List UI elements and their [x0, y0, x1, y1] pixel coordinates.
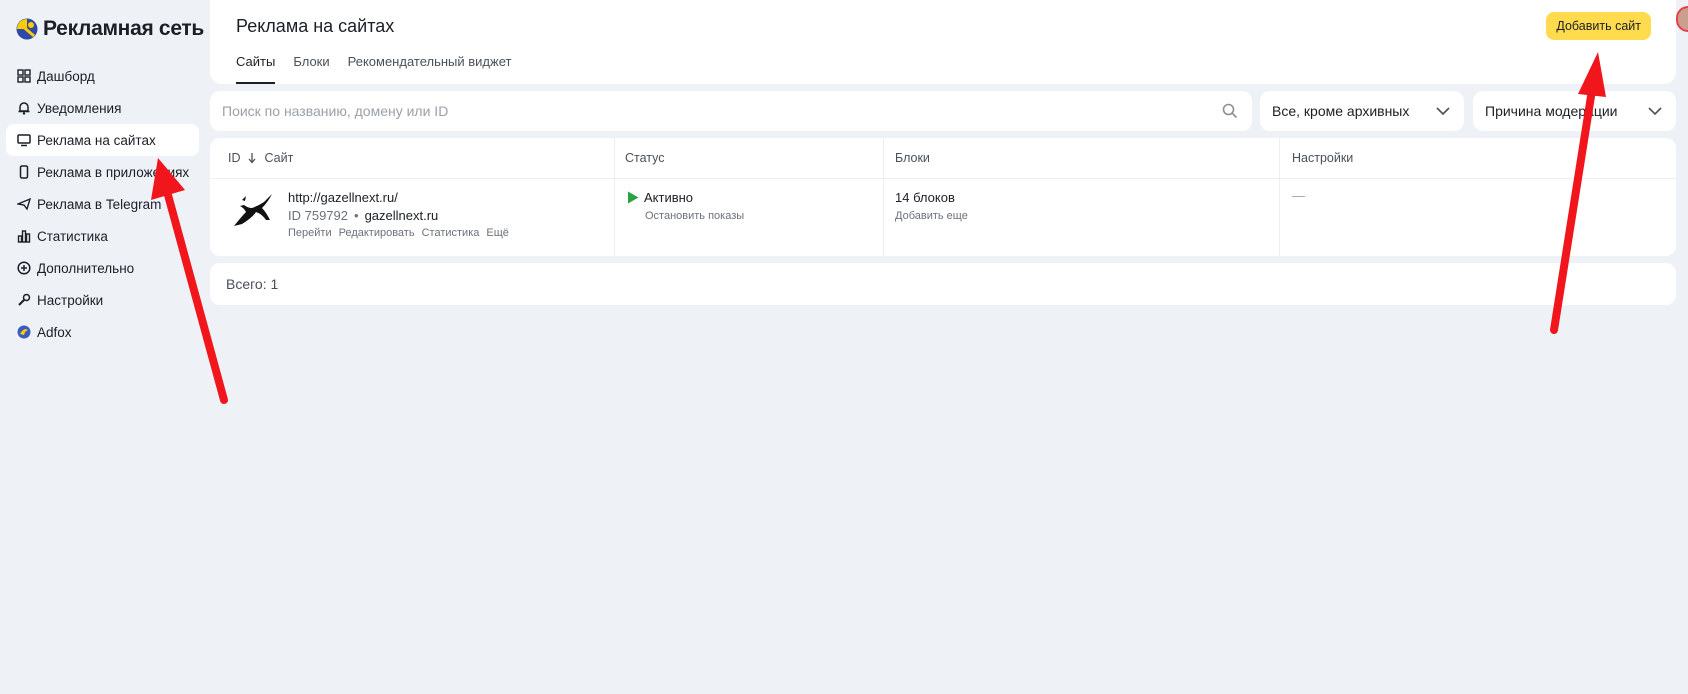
column-site-label: Сайт	[264, 151, 294, 165]
play-icon	[628, 191, 639, 204]
action-more-link[interactable]: Ещё	[486, 227, 509, 239]
site-actions: Перейти Редактировать Статистика Ещё	[288, 227, 509, 239]
page-title: Реклама на сайтах	[236, 16, 395, 36]
sites-table: ID Сайт Статус Блоки Настройки http://ga…	[210, 138, 1676, 256]
search-box	[210, 91, 1252, 131]
sidebar-item-adfox[interactable]: Adfox	[6, 316, 199, 348]
tab-blocks[interactable]: Блоки	[293, 54, 329, 84]
sidebar-item-label: Уведомления	[37, 100, 122, 116]
sidebar-item-label: Настройки	[37, 292, 104, 308]
column-divider	[883, 138, 884, 256]
sidebar-item-additional[interactable]: Дополнительно	[6, 252, 199, 284]
sidebar-item-label: Дашборд	[37, 68, 95, 84]
status-value: Активно	[644, 190, 694, 205]
search-icon[interactable]	[1222, 103, 1238, 119]
sidebar-item-label: Реклама в приложениях	[37, 164, 190, 180]
separator-dot: •	[354, 208, 359, 223]
moderation-reason-value: Причина модерации	[1485, 103, 1618, 119]
bar-chart-icon	[16, 229, 31, 244]
adfox-logo-icon	[16, 325, 31, 340]
chevron-down-icon	[1436, 107, 1450, 116]
action-edit-link[interactable]: Редактировать	[339, 227, 415, 239]
add-site-button[interactable]: Добавить сайт	[1546, 12, 1651, 40]
sort-arrow-down-icon[interactable]	[247, 152, 257, 164]
total-count: Всего: 1	[226, 276, 279, 292]
sidebar-item-label: Adfox	[37, 324, 72, 340]
header-divider	[210, 178, 1676, 179]
paper-plane-icon	[16, 197, 31, 212]
brand-logo[interactable]: Рекламная сеть	[16, 17, 204, 41]
sidebar-item-label: Реклама в Telegram	[37, 196, 162, 212]
tabs: Сайты Блоки Рекомендательный виджет	[236, 54, 511, 84]
action-statistics-link[interactable]: Статистика	[422, 227, 480, 239]
status-filter-value: Все, кроме архивных	[1272, 103, 1410, 119]
column-header-status: Статус	[625, 151, 665, 165]
sidebar-item-label: Реклама на сайтах	[37, 132, 156, 148]
avatar[interactable]	[1676, 6, 1688, 32]
moderation-reason-select[interactable]: Причина модерации	[1473, 91, 1676, 131]
monitor-icon	[16, 133, 31, 148]
sidebar-item-label: Статистика	[37, 228, 108, 244]
sidebar-item-apps-ads[interactable]: Реклама в приложениях	[6, 156, 199, 188]
sidebar-item-settings[interactable]: Настройки	[6, 284, 199, 316]
sidebar-item-sites-ads[interactable]: Реклама на сайтах	[6, 124, 199, 156]
column-header-id-site[interactable]: ID Сайт	[228, 138, 293, 178]
grid-icon	[16, 69, 31, 84]
column-id-label: ID	[228, 151, 241, 165]
site-id: ID 759792	[288, 208, 348, 223]
page-header: Реклама на сайтах Сайты Блоки Рекомендат…	[210, 0, 1676, 84]
sidebar-item-notifications[interactable]: Уведомления	[6, 92, 199, 124]
sidebar-item-statistics[interactable]: Статистика	[6, 220, 199, 252]
wrench-icon	[16, 293, 31, 308]
action-go-link[interactable]: Перейти	[288, 227, 332, 239]
column-divider	[614, 138, 615, 256]
plus-circle-icon	[16, 261, 31, 276]
brand-name: Рекламная сеть	[43, 17, 205, 40]
column-header-settings: Настройки	[1292, 151, 1354, 165]
blocks-count[interactable]: 14 блоков	[895, 190, 955, 205]
sidebar-item-label: Дополнительно	[37, 260, 135, 276]
settings-value: —	[1292, 188, 1305, 203]
site-url-link[interactable]: http://gazellnext.ru/	[288, 190, 398, 205]
search-input[interactable]	[222, 91, 1202, 131]
sidebar-item-telegram-ads[interactable]: Реклама в Telegram	[6, 188, 199, 220]
site-id-line: ID 759792 • gazellnext.ru	[288, 208, 438, 223]
tab-sites[interactable]: Сайты	[236, 54, 276, 84]
add-more-blocks-link[interactable]: Добавить еще	[895, 210, 968, 222]
site-favicon-deer-icon	[234, 194, 272, 226]
site-domain: gazellnext.ru	[364, 208, 439, 223]
bell-icon	[16, 101, 31, 116]
status-cell: Активно	[627, 190, 693, 205]
tab-recommendation-widget[interactable]: Рекомендательный виджет	[348, 54, 512, 84]
status-filter-select[interactable]: Все, кроме архивных	[1260, 91, 1464, 131]
sidebar-nav: Дашборд Уведомления Реклама на сайтах Ре…	[6, 60, 199, 348]
stop-shows-link[interactable]: Остановить показы	[645, 210, 744, 222]
yandex-ads-logo-icon	[16, 18, 38, 40]
column-divider	[1279, 138, 1280, 256]
phone-icon	[16, 165, 31, 180]
chevron-down-icon	[1648, 107, 1662, 116]
sidebar-item-dashboard[interactable]: Дашборд	[6, 60, 199, 92]
column-header-blocks: Блоки	[895, 151, 930, 165]
total-bar: Всего: 1	[210, 263, 1676, 305]
sidebar: Рекламная сеть Дашборд Уведомления Рекла…	[0, 0, 210, 694]
